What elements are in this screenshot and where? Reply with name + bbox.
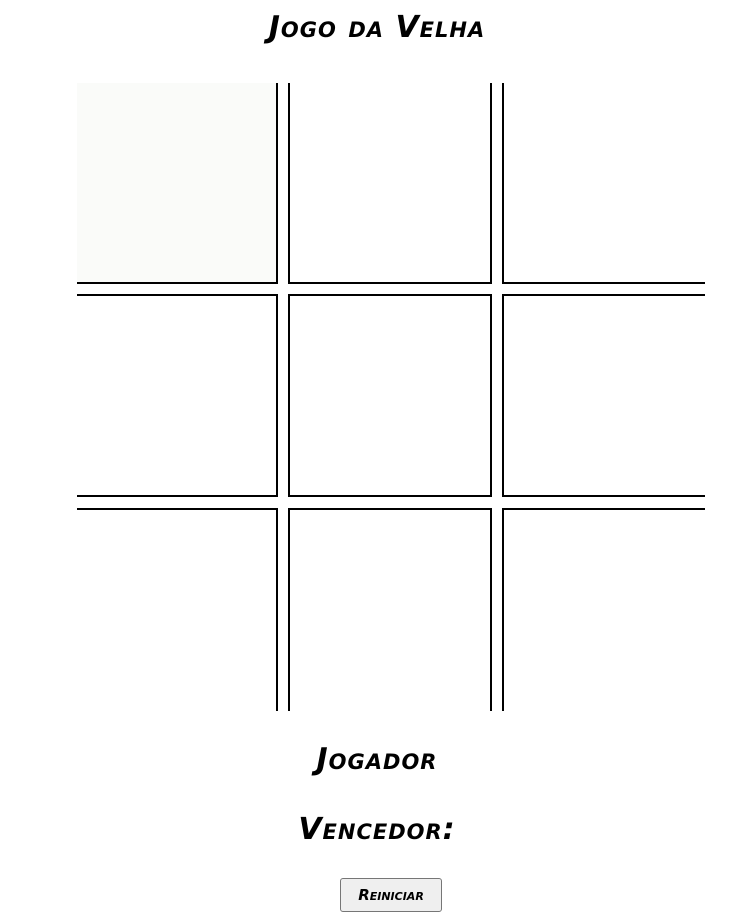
board-cell-6[interactable] [502,294,705,497]
board-cell-4[interactable] [77,294,278,497]
board-cell-8[interactable] [288,508,492,711]
current-player-label: Jogador [316,742,438,777]
winner-label: Vencedor: [298,812,456,847]
tic-tac-toe-board [77,83,705,711]
board-cell-9[interactable] [502,508,705,711]
board-cell-5[interactable] [288,294,492,497]
board-cell-2[interactable] [288,83,492,284]
board-cell-1[interactable] [77,83,278,284]
game-title: Jogo da Velha [268,10,486,45]
restart-button[interactable]: Reiniciar [340,878,442,912]
board-cell-3[interactable] [502,83,705,284]
board-cell-7[interactable] [77,508,278,711]
